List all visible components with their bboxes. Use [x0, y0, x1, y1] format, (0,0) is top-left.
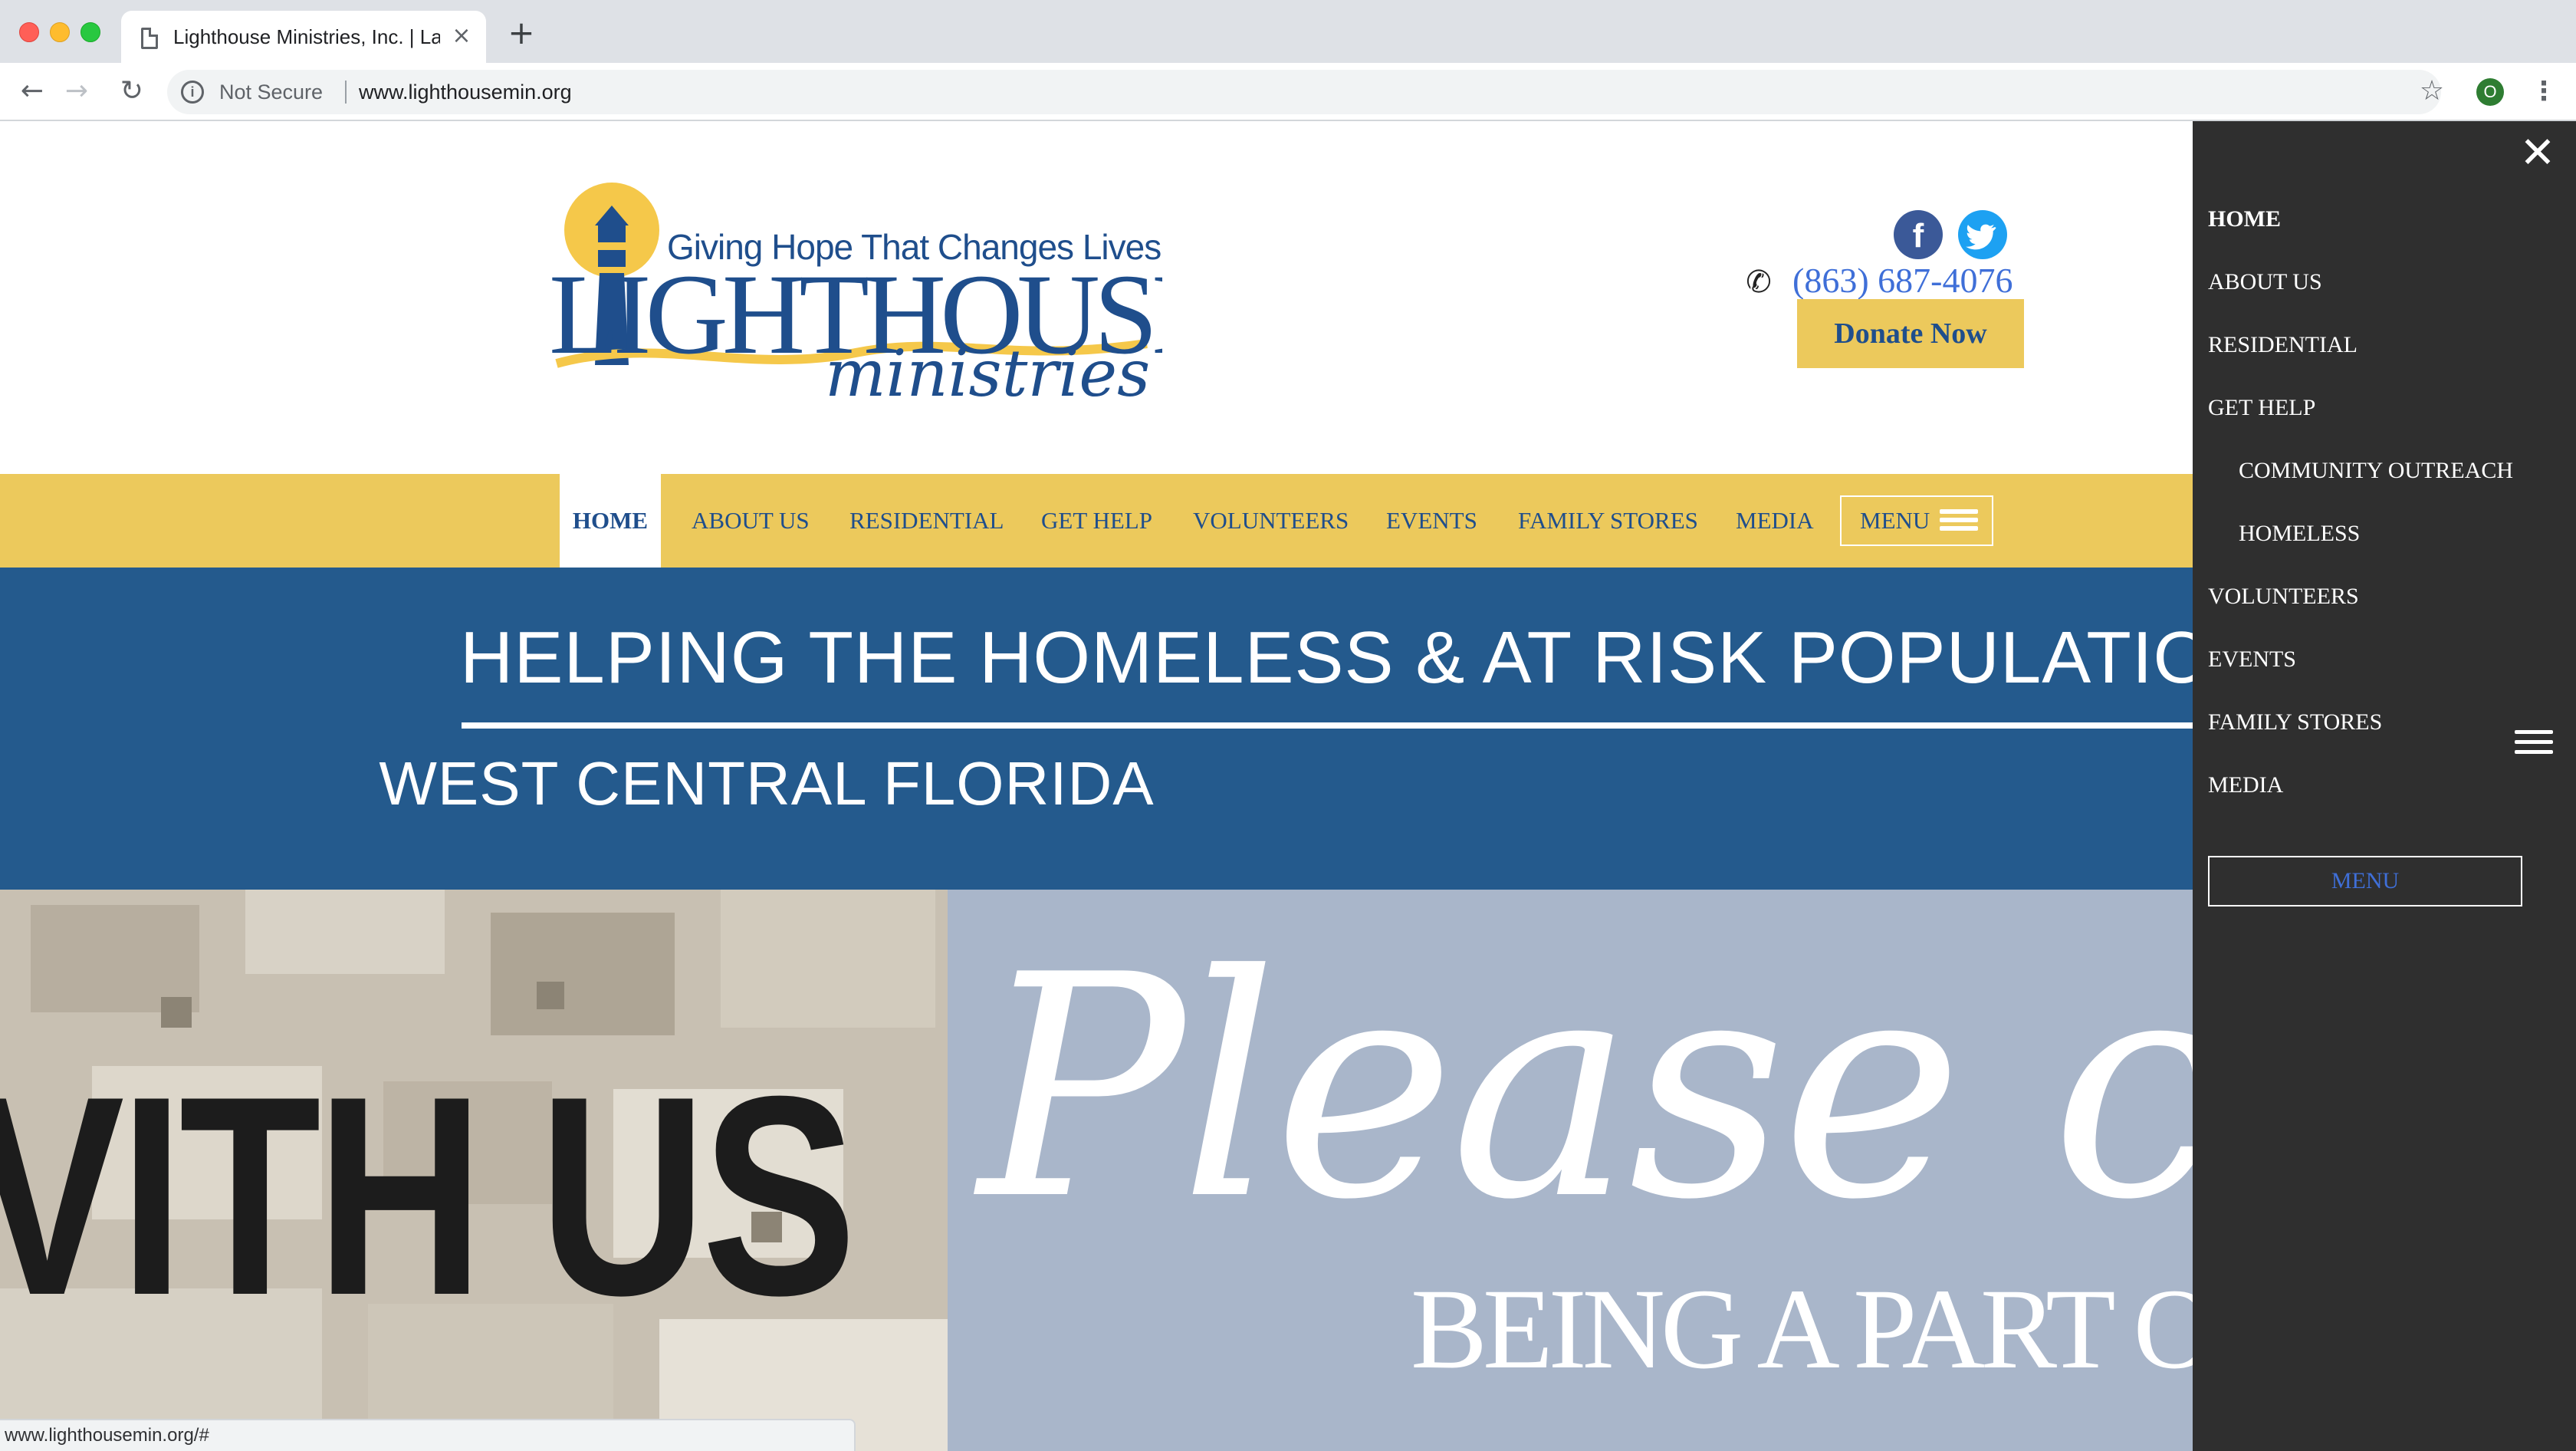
side-menu-item-get-help[interactable]: GET HELP — [2208, 393, 2315, 423]
tab-title: Lighthouse Ministries, Inc. | Lakeland — [173, 25, 440, 48]
phone-icon: ✆ — [1746, 265, 1772, 300]
side-menu-item-about-us[interactable]: ABOUT US — [2208, 267, 2322, 298]
main-navigation: HOME ABOUT US RESIDENTIAL GET HELP VOLUN… — [0, 474, 2193, 568]
side-menu-item-events[interactable]: EVENTS — [2208, 644, 2296, 675]
close-menu-icon[interactable]: ✕ — [2515, 129, 2561, 178]
banner-script-panel: Please co BEING A PART O — [948, 890, 2193, 1451]
slideshow-banner: VITH US Please co BEING A PART O — [0, 890, 2193, 1451]
security-label: Not Secure — [219, 81, 324, 104]
lighthouse-ministries-logo[interactable]: Giving Hope That Changes Lives LIGHTHOUS… — [549, 183, 1162, 405]
phone-number-link[interactable]: (863) 687-4076 — [1792, 259, 2013, 302]
close-tab-icon[interactable]: × — [449, 21, 474, 51]
hamburger-icon — [1940, 509, 1978, 534]
forward-button[interactable]: → — [58, 72, 95, 110]
twitter-bird-glyph — [1966, 224, 1996, 250]
browser-menu-icon[interactable]: ⋮ — [2530, 72, 2558, 110]
nav-item-get-help[interactable]: GET HELP — [1041, 474, 1152, 568]
browser-chrome: Lighthouse Ministries, Inc. | Lakeland ×… — [0, 0, 2576, 121]
browser-tab[interactable]: Lighthouse Ministries, Inc. | Lakeland × — [121, 11, 486, 63]
side-menu-item-community-outreach[interactable]: COMMUNITY OUTREACH — [2239, 456, 2513, 486]
nav-item-residential[interactable]: RESIDENTIAL — [849, 474, 1004, 568]
menu-toggle-label: MENU — [1860, 507, 1930, 534]
back-button[interactable]: ← — [14, 72, 51, 110]
bookmark-star-icon[interactable]: ☆ — [2415, 74, 2449, 109]
address-divider — [345, 81, 347, 104]
side-menu-item-homeless[interactable]: HOMELESS — [2239, 518, 2360, 549]
tab-strip: Lighthouse Ministries, Inc. | Lakeland ×… — [0, 0, 2576, 63]
banner-caption: BEING A PART O — [1411, 1265, 2193, 1393]
nav-item-family-stores[interactable]: FAMILY STORES — [1518, 474, 1698, 568]
web-page: Giving Hope That Changes Lives LIGHTHOUS… — [0, 121, 2193, 1451]
nav-item-events[interactable]: EVENTS — [1386, 474, 1477, 568]
twitter-icon[interactable] — [1958, 210, 2007, 259]
side-menu-panel: ✕ HOME ABOUT US RESIDENTIAL GET HELP COM… — [2193, 121, 2576, 1451]
side-menu-item-home[interactable]: HOME — [2208, 204, 2281, 235]
nav-item-about-us[interactable]: ABOUT US — [692, 474, 810, 568]
window-minimize-button[interactable] — [50, 22, 70, 42]
address-bar[interactable]: i Not Secure www.lighthousemin.org — [167, 70, 2441, 114]
hero-divider — [462, 722, 2193, 729]
hero-banner: HELPING THE HOMELESS & AT RISK POPULATIO… — [0, 568, 2193, 890]
side-menu-item-residential[interactable]: RESIDENTIAL — [2208, 330, 2358, 360]
facebook-icon[interactable]: f — [1894, 210, 1943, 259]
side-menu-item-volunteers[interactable]: VOLUNTEERS — [2208, 581, 2359, 612]
menu-toggle-button[interactable]: MENU — [1840, 495, 1993, 546]
url-text[interactable]: www.lighthousemin.org — [359, 79, 572, 105]
side-menu-item-media[interactable]: MEDIA — [2208, 770, 2283, 801]
info-icon[interactable]: i — [181, 81, 204, 104]
reload-button[interactable]: ↻ — [113, 72, 150, 110]
side-menu-button[interactable]: MENU — [2208, 856, 2522, 906]
browser-toolbar: ← → ↻ i Not Secure www.lighthousemin.org… — [0, 63, 2576, 121]
nav-item-volunteers[interactable]: VOLUNTEERS — [1193, 474, 1349, 568]
side-menu-item-family-stores[interactable]: FAMILY STORES — [2208, 707, 2382, 738]
hero-subtitle: WEST CENTRAL FLORIDA — [379, 749, 1155, 818]
nav-item-media[interactable]: MEDIA — [1736, 474, 1814, 568]
donate-now-button[interactable]: Donate Now — [1797, 299, 2024, 368]
window-close-button[interactable] — [19, 22, 39, 42]
hamburger-icon[interactable] — [2515, 730, 2553, 761]
page-icon — [141, 28, 158, 49]
hero-title: HELPING THE HOMELESS & AT RISK POPULATIO… — [460, 617, 2193, 699]
logo-ministries-text: ministries — [825, 336, 1150, 405]
status-bar: www.lighthousemin.org/# — [0, 1419, 856, 1451]
new-tab-button[interactable]: + — [506, 15, 537, 51]
profile-avatar[interactable]: O — [2476, 78, 2504, 106]
window-maximize-button[interactable] — [80, 22, 100, 42]
banner-photo-text: VITH US — [0, 1038, 857, 1354]
rooftop-photo: VITH US — [0, 890, 948, 1451]
banner-script-text: Please co — [978, 910, 2193, 1267]
nav-item-home[interactable]: HOME — [560, 474, 661, 568]
